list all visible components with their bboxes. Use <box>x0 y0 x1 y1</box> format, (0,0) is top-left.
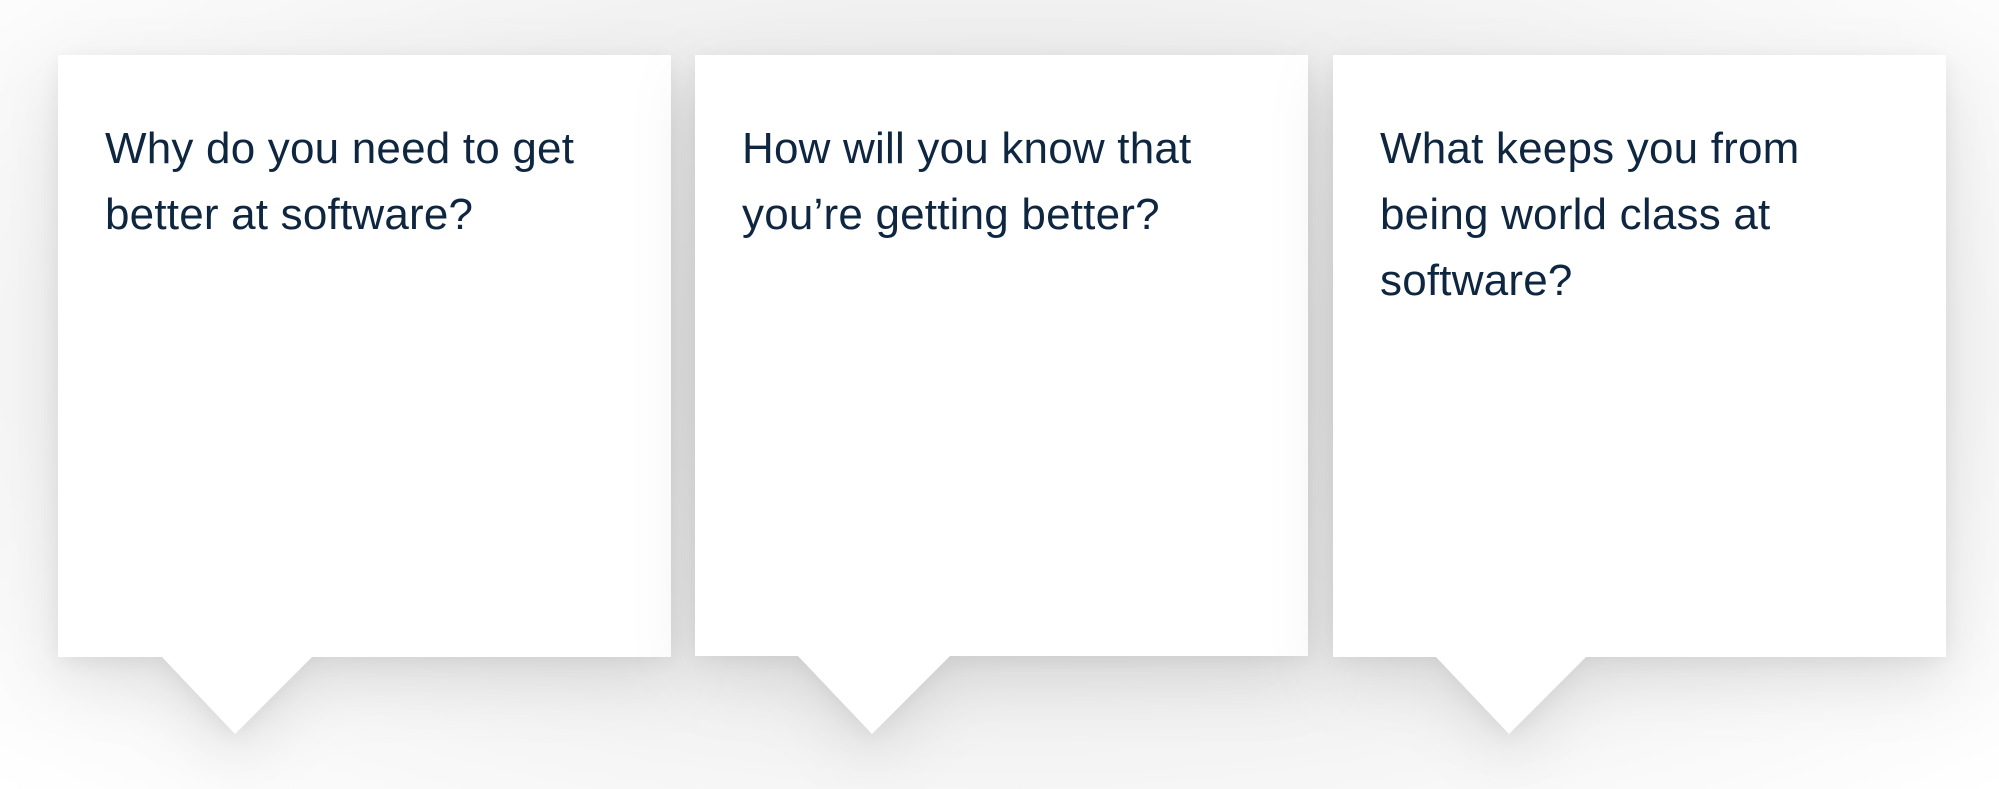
question-text: How will you know that you’re getting be… <box>742 124 1192 239</box>
speech-bubble-card: Why do you need to get better at softwar… <box>58 55 671 734</box>
question-text: Why do you need to get better at softwar… <box>105 124 575 239</box>
question-text: What keeps you from being world class at… <box>1380 124 1800 305</box>
speech-bubble-card: How will you know that you’re getting be… <box>695 55 1308 734</box>
speech-bubble-card: What keeps you from being world class at… <box>1333 55 1946 734</box>
